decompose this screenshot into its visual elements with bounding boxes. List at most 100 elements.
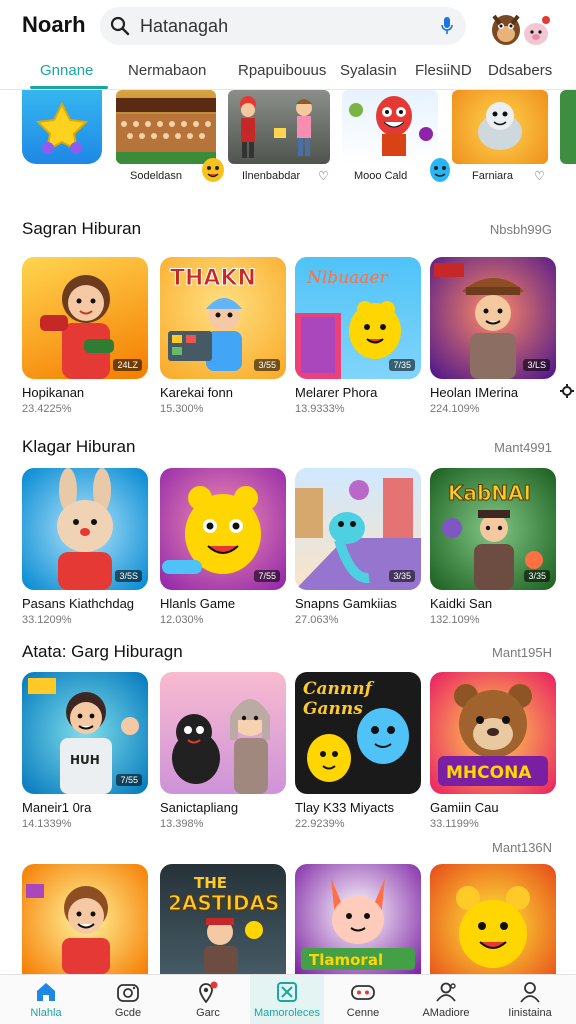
game-stat: 33.1199% bbox=[430, 818, 479, 830]
nav-item-amadiore[interactable]: AMadiore bbox=[405, 979, 487, 1019]
game-card[interactable]: 7/55 Hlanls Game 12.030% bbox=[160, 468, 286, 626]
game-stat: 132.109% bbox=[430, 614, 480, 626]
game-thumbnail: 3/5S bbox=[22, 468, 148, 590]
strip-item[interactable]: Farniara ♡ bbox=[452, 90, 548, 183]
category-tabs: Gnnane Nermabaon Rpapuibouus Syalasin Fl… bbox=[0, 56, 576, 90]
tab-flesiind[interactable]: FlesiiND bbox=[415, 62, 472, 79]
game-thumbnail: MHCONA bbox=[430, 672, 556, 794]
gamepad-icon bbox=[322, 979, 404, 1005]
game-title: Pasans Kiathchdag bbox=[22, 596, 135, 611]
nav-label: Mamoroleces bbox=[253, 1007, 321, 1019]
tab-syalasin[interactable]: Syalasin bbox=[340, 62, 397, 79]
people-icon bbox=[405, 979, 487, 1005]
game-title: Gamiin Cau bbox=[430, 800, 499, 815]
nav-item-home[interactable]: Nlahla bbox=[5, 979, 87, 1019]
game-stat: 14.1339% bbox=[22, 818, 72, 830]
crossed-box-icon bbox=[246, 979, 328, 1005]
search-input[interactable] bbox=[140, 15, 410, 37]
game-thumbnail: 3/LS bbox=[430, 257, 556, 379]
rating-badge: 7/55 bbox=[254, 570, 280, 582]
game-card[interactable]: MHCONA Gamiin Cau 33.1199% bbox=[430, 672, 556, 830]
game-stat: 13.9333% bbox=[295, 403, 345, 415]
nav-item-garc[interactable]: Garc bbox=[167, 979, 249, 1019]
game-thumbnail: Tlamoral bbox=[295, 864, 421, 974]
nav-label: Gcde bbox=[114, 1007, 142, 1019]
strip-thumbnail bbox=[228, 90, 330, 164]
rating-badge: 3/5S bbox=[115, 570, 142, 582]
game-stat: 13.398% bbox=[160, 818, 204, 830]
game-card[interactable]: 3/35 Snapns Gamkiias 27.063% bbox=[295, 468, 421, 626]
rating-badge: 7/35 bbox=[389, 359, 415, 371]
strip-thumbnail bbox=[22, 90, 102, 164]
svg-text:HUH: HUH bbox=[70, 753, 100, 767]
section-more-link[interactable]: Mant4991 bbox=[494, 440, 552, 455]
rating-badge: 3/LS bbox=[523, 359, 550, 371]
tab-nermabaon[interactable]: Nermabaon bbox=[128, 62, 206, 79]
game-stat: 27.063% bbox=[295, 614, 339, 626]
bottom-navigation: Nlahla Gcde Garc Mamoroleces Cenne AMadi… bbox=[0, 974, 576, 1024]
game-card[interactable]: 3/5S Pasans Kiathchdag 33.1209% bbox=[22, 468, 148, 626]
section-more-link[interactable]: Mant136N bbox=[492, 840, 552, 855]
gear-icon[interactable] bbox=[560, 384, 574, 403]
game-card[interactable]: Tlamoral bbox=[295, 864, 421, 974]
nav-label: Cenne bbox=[346, 1007, 380, 1019]
game-title: Maneir1 0ra bbox=[22, 800, 92, 815]
game-thumbnail: THAKN 3/55 bbox=[160, 257, 286, 379]
game-title: Kaidkі San bbox=[430, 596, 493, 611]
game-card[interactable]: HUH 7/55 Maneir1 0ra 14.1339% bbox=[22, 672, 148, 830]
app-title: Noarh bbox=[22, 12, 86, 37]
strip-thumbnail bbox=[452, 90, 548, 164]
svg-text:2ASTIDAS: 2ASTIDAS bbox=[168, 891, 279, 915]
section-more-link[interactable]: Nbsbh99G bbox=[490, 222, 552, 237]
svg-text:THE: THE bbox=[194, 874, 227, 892]
featured-strip: Sodeldasn Ilnenbabdar ♡ Mooo Cald Farnia… bbox=[0, 90, 576, 190]
game-card[interactable]: Nlbuaaer 7/35 Melarer Phora 13.9333% bbox=[295, 257, 421, 415]
game-stat: 224.109% bbox=[430, 403, 480, 415]
strip-item[interactable] bbox=[22, 90, 102, 164]
game-stat: 15.300% bbox=[160, 403, 204, 415]
rating-badge: 3/35 bbox=[524, 570, 550, 582]
strip-item[interactable]: Mooo Cald bbox=[342, 90, 450, 182]
nav-item-iinistaina[interactable]: Iinistaina bbox=[489, 979, 571, 1019]
heart-icon[interactable]: ♡ bbox=[318, 169, 329, 183]
game-thumbnail bbox=[430, 864, 556, 974]
game-card[interactable] bbox=[430, 864, 556, 974]
game-title: Hopikanan bbox=[22, 385, 85, 400]
game-card[interactable]: KabNAI 3/35 Kaidkі San 132.109% bbox=[430, 468, 556, 626]
tab-rpapuibouus[interactable]: Rpapuibouus bbox=[238, 62, 326, 79]
svg-text:Nlbuaaer: Nlbuaaer bbox=[306, 268, 388, 288]
heart-icon[interactable]: ♡ bbox=[534, 169, 545, 183]
nav-item-mamoroleces[interactable]: Mamoroleces bbox=[246, 979, 328, 1019]
home-icon bbox=[5, 979, 87, 1005]
game-card[interactable]: 24LZ Hopikanan 23.4225% bbox=[22, 257, 148, 415]
svg-text:KabNAI: KabNAI bbox=[448, 481, 531, 505]
location-pin-icon bbox=[167, 979, 249, 1005]
game-stat: 22.9239% bbox=[295, 818, 345, 830]
game-card[interactable] bbox=[22, 864, 148, 974]
game-card[interactable]: THAKN 3/55 Karekai fonn 15.300% bbox=[160, 257, 286, 415]
game-card[interactable]: THE 2ASTIDAS bbox=[160, 864, 286, 974]
game-card[interactable]: 3/LS Heolan IMerina 224.109% bbox=[430, 257, 556, 415]
strip-item[interactable]: Sodeldasn bbox=[116, 90, 224, 182]
avatar[interactable] bbox=[486, 4, 558, 50]
game-title: Hlanls Game bbox=[160, 596, 236, 611]
nav-item-games[interactable]: Gcde bbox=[87, 979, 169, 1019]
nav-label: Iinistaina bbox=[508, 1007, 552, 1019]
nav-item-cenne[interactable]: Cenne bbox=[322, 979, 404, 1019]
game-title: Heolan IMerina bbox=[430, 385, 519, 400]
game-card[interactable]: Sanictapliang 13.398% bbox=[160, 672, 286, 830]
strip-item[interactable]: Ilnenbabdar ♡ bbox=[228, 90, 330, 183]
mic-icon[interactable] bbox=[440, 16, 454, 41]
rating-badge: 24LZ bbox=[113, 359, 142, 371]
strip-item[interactable] bbox=[560, 90, 576, 164]
tab-gnnane[interactable]: Gnnane bbox=[40, 62, 93, 79]
search-bar[interactable] bbox=[100, 7, 466, 45]
game-card[interactable]: Cannnf Ganns Tlay K33 Miyacts 22.9239% bbox=[295, 672, 421, 830]
nav-label: Nlahla bbox=[30, 1007, 62, 1019]
strip-thumbnail bbox=[342, 90, 438, 164]
section-more-link[interactable]: Mant195H bbox=[492, 645, 552, 660]
game-thumbnail: KabNAI 3/35 bbox=[430, 468, 556, 590]
game-thumbnail: HUH 7/55 bbox=[22, 672, 148, 794]
tab-ddsabers[interactable]: Ddsabers bbox=[488, 62, 552, 79]
game-thumbnail: 24LZ bbox=[22, 257, 148, 379]
